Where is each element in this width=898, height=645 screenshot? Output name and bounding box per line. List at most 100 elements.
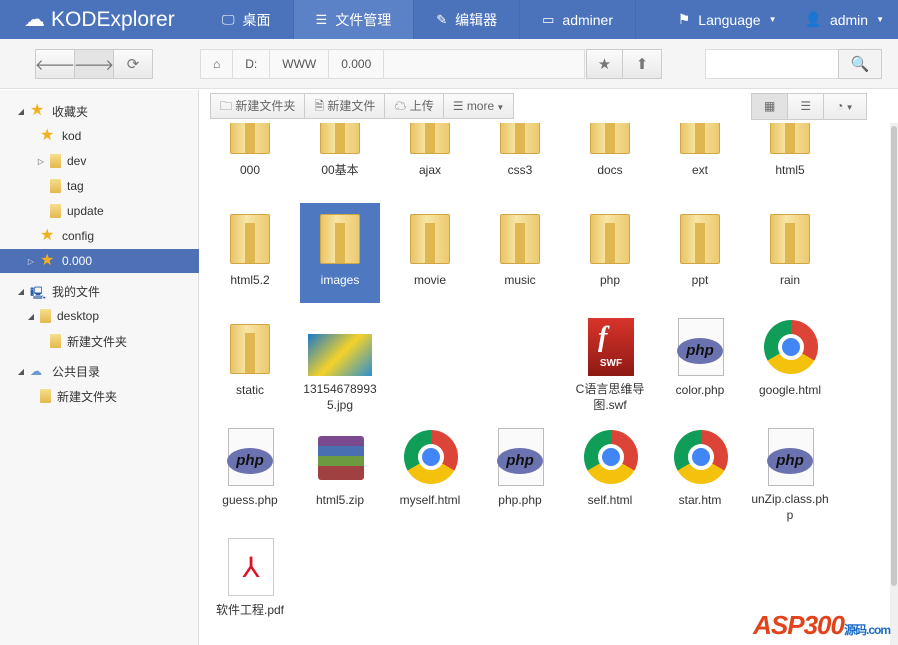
php-file-icon: php bbox=[764, 428, 816, 486]
new-file-button[interactable]: 🗎 新建文件 bbox=[305, 94, 386, 118]
file-item[interactable]: self.html bbox=[570, 423, 650, 523]
tree-item[interactable]: update bbox=[0, 199, 199, 223]
nav-desktop[interactable]: 🖵 桌面 bbox=[200, 0, 294, 39]
nav-editor[interactable]: ✎ 编辑器 bbox=[414, 0, 521, 39]
file-name: static bbox=[235, 383, 264, 397]
language-menu[interactable]: ⚑ Language ▼ bbox=[664, 0, 791, 39]
edit-icon: ✎ bbox=[436, 11, 448, 27]
file-item[interactable]: html5.zip bbox=[300, 423, 380, 523]
file-item[interactable]: google.html bbox=[750, 313, 830, 413]
folder-item[interactable]: images bbox=[300, 203, 380, 303]
image-file-icon bbox=[308, 318, 372, 376]
tree-item[interactable]: ★ config bbox=[0, 224, 199, 248]
file-item[interactable]: myself.html bbox=[390, 423, 470, 523]
scrollbar-thumb[interactable] bbox=[891, 126, 897, 586]
scrollbar[interactable] bbox=[890, 123, 898, 645]
folder-item[interactable]: movie bbox=[390, 203, 470, 303]
search-input[interactable] bbox=[705, 49, 840, 79]
expanded-icon: ◢ bbox=[17, 286, 25, 296]
new-folder-button[interactable]: 🗀 新建文件夹 bbox=[211, 94, 306, 118]
file-item[interactable]: 131546789935.jpg bbox=[300, 313, 380, 413]
view-toolbar: ▦ ☰ ◔ ▼ bbox=[751, 93, 867, 120]
tree-item[interactable]: ★ kod bbox=[0, 124, 199, 148]
home-icon[interactable]: ⌂ bbox=[201, 50, 234, 78]
folder-icon bbox=[314, 123, 366, 156]
tree-my-files[interactable]: ◢ 🖳 我的文件 bbox=[0, 279, 199, 303]
folder-item[interactable]: static bbox=[210, 313, 290, 413]
folder-item[interactable]: docs bbox=[570, 123, 650, 193]
folder-icon bbox=[404, 208, 456, 266]
file-name: star.htm bbox=[678, 493, 722, 507]
grid-icon: ▦ bbox=[764, 99, 776, 113]
folder-item[interactable]: css3 bbox=[480, 123, 560, 193]
file-item[interactable]: ⅄ 软件工程.pdf bbox=[210, 533, 290, 633]
folder-item[interactable]: php bbox=[570, 203, 650, 303]
forward-button[interactable]: 🡒 bbox=[74, 49, 114, 79]
tree-item[interactable]: 新建文件夹 bbox=[0, 329, 199, 353]
back-button[interactable]: 🡐 bbox=[35, 49, 75, 79]
breadcrumb-item[interactable]: D: bbox=[233, 50, 271, 78]
upload-button[interactable]: ☁ 上传 bbox=[385, 94, 444, 118]
file-name: music bbox=[504, 273, 536, 287]
folder-icon bbox=[50, 204, 61, 218]
folder-item[interactable]: ppt bbox=[660, 203, 740, 303]
more-button[interactable]: ☰ more ▼ bbox=[444, 94, 514, 118]
refresh-button[interactable]: ⟳ bbox=[113, 49, 153, 79]
tree-item[interactable]: tag bbox=[0, 174, 199, 198]
top-navbar: ☁ KODExplorer 🖵 桌面 ☰ 文件管理 ✎ 编辑器 ▭ adminer ⚑ La… bbox=[0, 0, 898, 39]
folder-item[interactable]: ext bbox=[660, 123, 740, 193]
file-name: php.php bbox=[498, 493, 542, 507]
folder-item[interactable]: html5.2 bbox=[210, 203, 290, 303]
refresh-icon: ⟳ bbox=[126, 56, 140, 73]
chrome-html-icon bbox=[674, 428, 728, 486]
search-button[interactable]: 🔍 bbox=[838, 49, 882, 79]
favorite-button[interactable]: ★ bbox=[586, 49, 623, 79]
folder-item[interactable]: music bbox=[480, 203, 560, 303]
caret-down-icon: ▼ bbox=[768, 15, 777, 24]
folder-icon bbox=[764, 123, 816, 156]
flash-file-icon: f SWF bbox=[584, 318, 636, 376]
tree-item[interactable]: ◢ desktop bbox=[0, 304, 199, 328]
folder-icon bbox=[50, 179, 61, 193]
file-item[interactable]: php unZip.class.php bbox=[750, 423, 830, 523]
folder-item[interactable]: rain bbox=[750, 203, 830, 303]
sidebar-tree: ◢ ★ 收藏夹 ★ kod ▷ dev tag update ★ config ▷ ★ 0.0… bbox=[0, 90, 199, 645]
file-icon: 🗎 bbox=[314, 99, 328, 113]
app-logo[interactable]: ☁ KODExplorer bbox=[0, 0, 200, 39]
file-item[interactable]: star.htm bbox=[660, 423, 740, 523]
folder-item[interactable]: html5 bbox=[750, 123, 830, 193]
folder-icon bbox=[494, 208, 546, 266]
arrow-left-icon: 🡐 bbox=[34, 56, 76, 74]
folder-item[interactable]: 00基本 bbox=[300, 123, 380, 193]
folder-item[interactable]: ajax bbox=[390, 123, 470, 193]
tree-item-selected[interactable]: ▷ ★ 0.000 bbox=[0, 249, 199, 273]
grid-view-button[interactable]: ▦ bbox=[752, 94, 789, 119]
file-name: movie bbox=[413, 273, 446, 287]
file-area: 000 00基本 ajax css3 docs ext html5 html5.2 images… bbox=[200, 123, 890, 645]
file-item[interactable]: php guess.php bbox=[210, 423, 290, 523]
file-item[interactable]: php php.php bbox=[480, 423, 560, 523]
breadcrumb-item[interactable]: WWW bbox=[270, 50, 330, 78]
file-name: images bbox=[320, 273, 360, 287]
php-file-icon: php bbox=[674, 318, 726, 376]
theme-button[interactable]: ◔ ▼ bbox=[824, 94, 865, 119]
nav-file-manager[interactable]: ☰ 文件管理 bbox=[293, 0, 415, 39]
tree-public[interactable]: ◢ ☁ 公共目录 bbox=[0, 359, 199, 383]
file-item[interactable]: f SWF C语言思维导图.swf bbox=[570, 313, 650, 413]
folder-icon bbox=[224, 123, 276, 156]
breadcrumb-item[interactable]: 0.000 bbox=[329, 50, 385, 78]
tree-item[interactable]: 新建文件夹 bbox=[0, 384, 199, 408]
file-name: html5.2 bbox=[230, 273, 270, 287]
user-menu[interactable]: 👤 admin ▼ bbox=[791, 0, 898, 39]
file-name: html5.zip bbox=[315, 493, 365, 507]
list-view-button[interactable]: ☰ bbox=[788, 94, 825, 119]
tree-favorites[interactable]: ◢ ★ 收藏夹 bbox=[0, 99, 199, 123]
folder-item[interactable]: 000 bbox=[210, 123, 290, 193]
folder-icon bbox=[584, 208, 636, 266]
tree-item[interactable]: ▷ dev bbox=[0, 149, 199, 173]
nav-adminer[interactable]: ▭ adminer bbox=[520, 0, 636, 39]
file-item[interactable]: php color.php bbox=[660, 313, 740, 413]
file-toolbar: 🗀 新建文件夹 🗎 新建文件 ☁ 上传 ☰ more ▼ bbox=[210, 93, 515, 119]
up-level-button[interactable]: ⬆ bbox=[622, 49, 662, 79]
zip-archive-icon bbox=[314, 428, 366, 486]
